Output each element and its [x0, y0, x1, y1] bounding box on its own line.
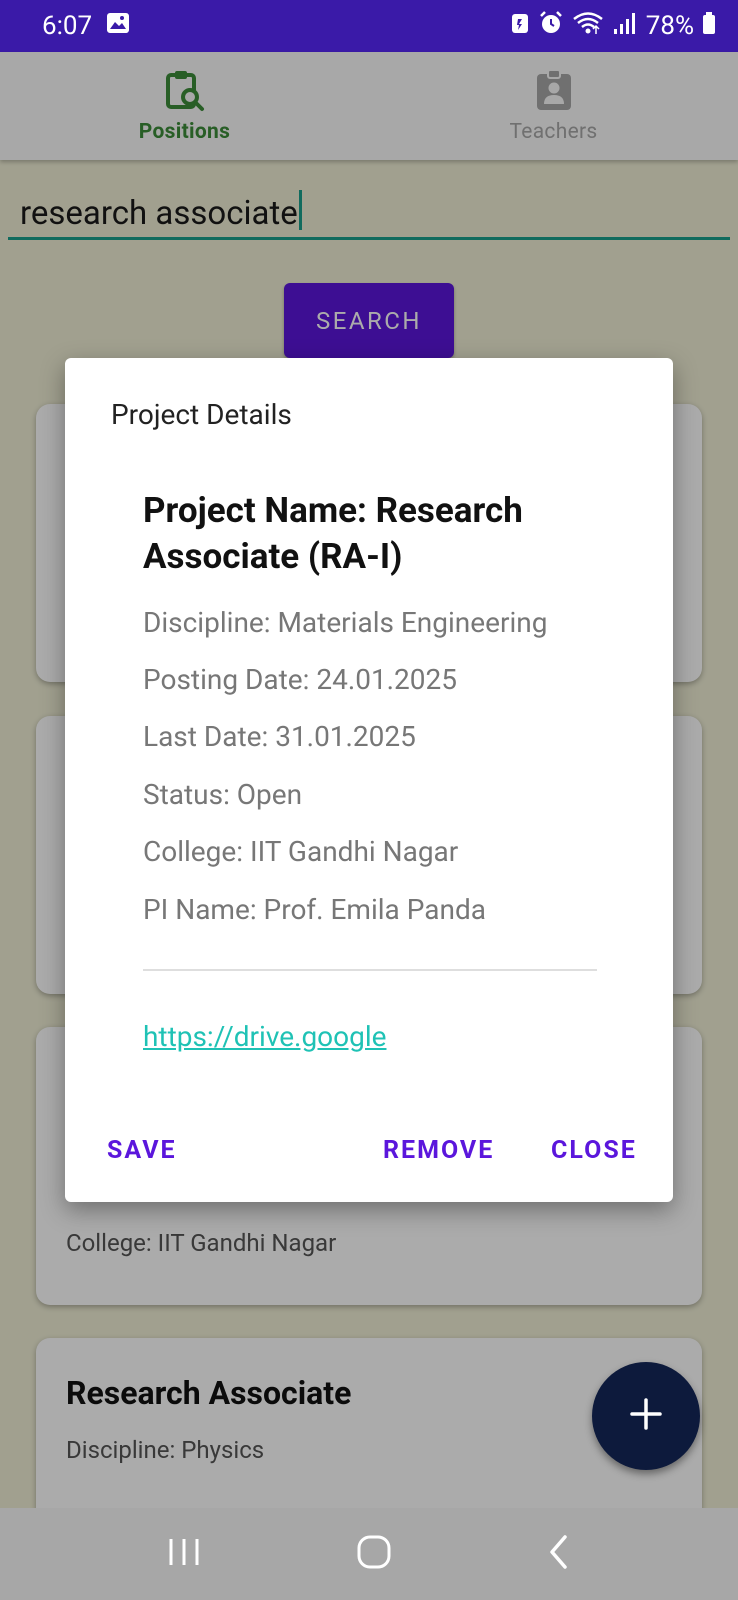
close-button[interactable]: CLOSE [551, 1136, 637, 1165]
battery-icon [702, 11, 716, 42]
status-bar: 6:07 78% [0, 0, 738, 52]
signal-icon [612, 11, 638, 42]
detail-discipline: Discipline: Materials Engineering [143, 606, 548, 639]
wifi-icon [572, 10, 604, 43]
detail-posting-date: Posting Date: 24.01.2025 [143, 663, 458, 696]
gallery-icon [106, 11, 130, 41]
project-name: Project Name: Research Associate (RA-I) [143, 490, 523, 577]
recent-apps-icon[interactable] [167, 1536, 201, 1572]
detail-college: College: IIT Gandhi Nagar [143, 835, 459, 868]
detail-last-date: Last Date: 31.01.2025 [143, 720, 416, 753]
divider [143, 969, 597, 971]
home-icon[interactable] [356, 1534, 392, 1574]
dialog-title: Project Details [111, 398, 292, 431]
detail-pi-name: PI Name: Prof. Emila Panda [143, 893, 486, 926]
system-nav-bar [0, 1508, 738, 1600]
save-button[interactable]: SAVE [107, 1136, 177, 1165]
status-time: 6:07 [42, 11, 93, 41]
detail-status: Status: Open [143, 778, 303, 811]
drive-link[interactable]: https://drive.google [143, 1020, 386, 1053]
plus-icon [629, 1397, 663, 1435]
project-details-dialog: Project Details Project Name: Research A… [65, 358, 673, 1202]
battery-percent: 78% [645, 11, 694, 41]
battery-saver-icon [510, 11, 530, 42]
back-icon[interactable] [547, 1534, 571, 1574]
alarm-icon [538, 10, 564, 43]
add-position-button[interactable] [592, 1362, 700, 1470]
remove-button[interactable]: REMOVE [383, 1136, 494, 1165]
